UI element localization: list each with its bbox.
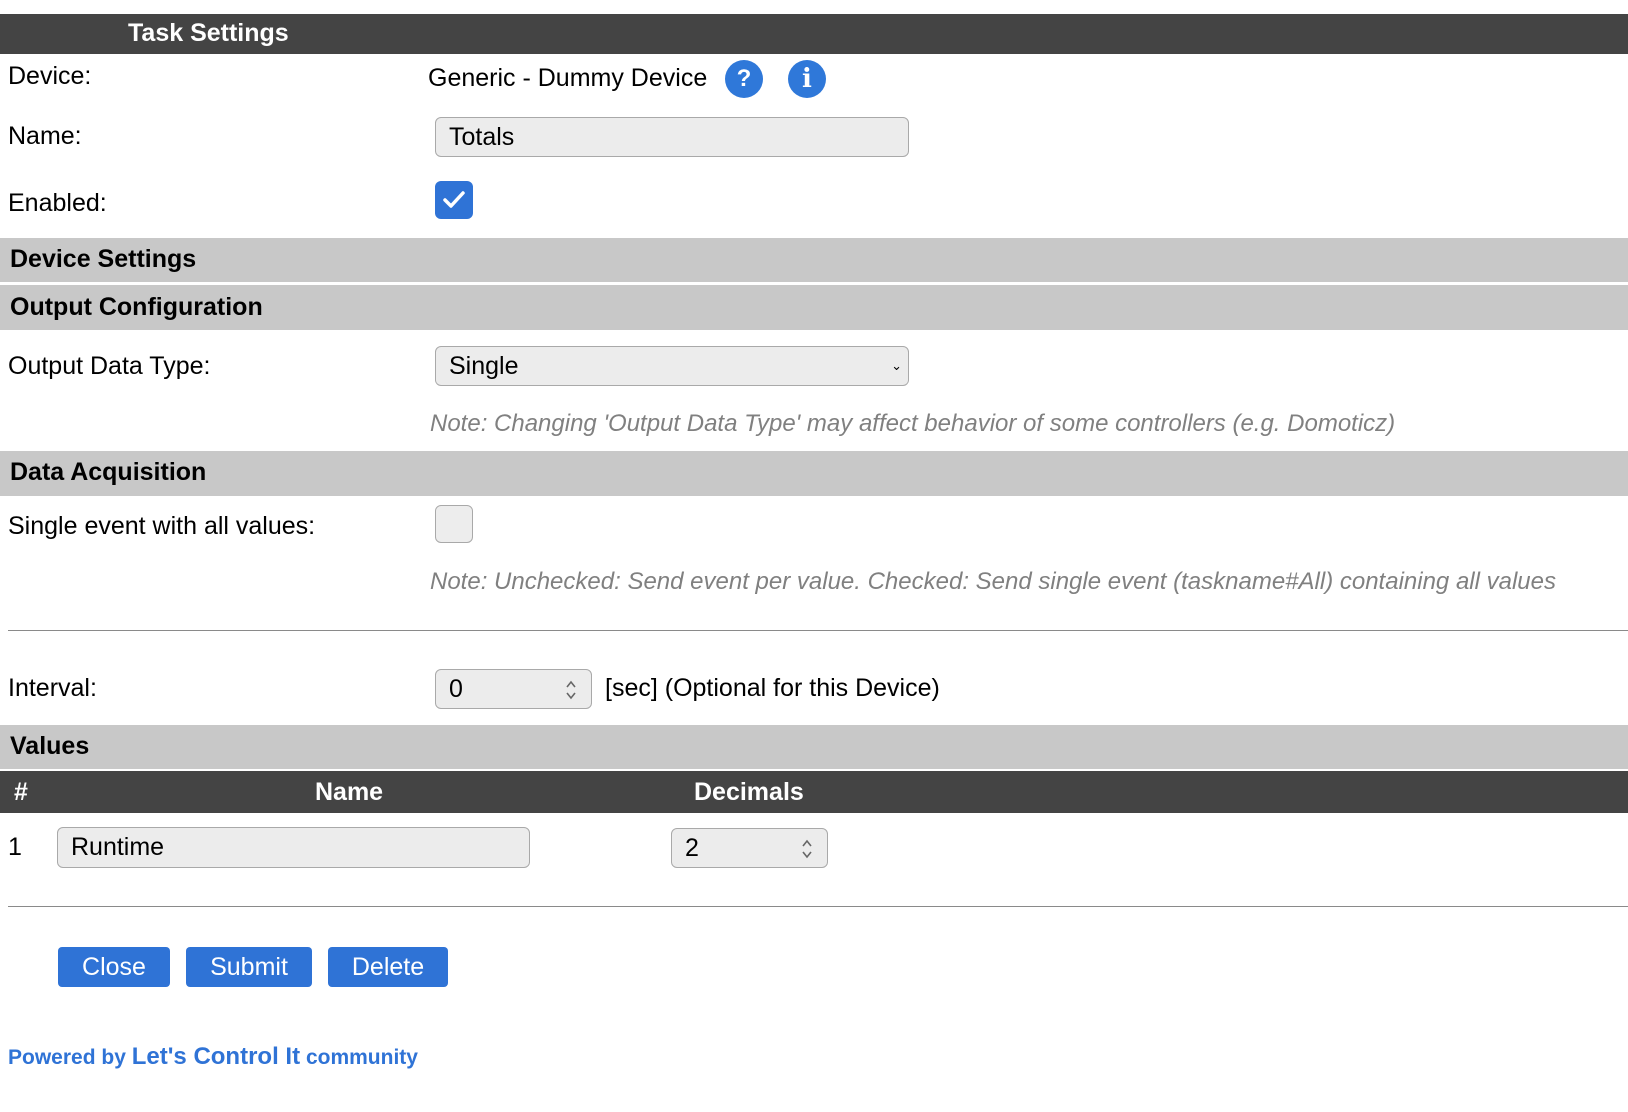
divider	[8, 906, 1628, 907]
interval-suffix: [sec] (Optional for this Device)	[605, 674, 940, 702]
output-data-type-label: Output Data Type:	[8, 352, 211, 380]
column-header-name: Name	[315, 778, 384, 806]
column-header-decimals: Decimals	[694, 778, 804, 806]
community-suffix: community	[305, 1046, 418, 1069]
task-settings-header: Task Settings	[0, 14, 1628, 54]
value-name-input[interactable]: Runtime	[57, 827, 530, 868]
column-header-index: #	[14, 778, 28, 806]
device-value: Generic - Dummy Device	[428, 64, 708, 92]
single-event-note: Note: Unchecked: Send event per value. C…	[430, 568, 1556, 595]
community-link[interactable]: Let's Control It	[132, 1043, 300, 1070]
enabled-checkbox[interactable]	[435, 181, 473, 219]
powered-by-text: Powered by	[8, 1046, 126, 1069]
output-configuration-heading: Output Configuration	[10, 293, 263, 321]
single-event-checkbox[interactable]	[435, 505, 473, 543]
device-label: Device:	[8, 62, 92, 90]
stepper-icon[interactable]	[565, 678, 577, 702]
page-title: Task Settings	[128, 19, 289, 47]
output-data-type-note: Note: Changing 'Output Data Type' may af…	[430, 410, 1396, 437]
delete-button[interactable]: Delete	[328, 947, 448, 987]
close-button[interactable]: Close	[58, 947, 170, 987]
interval-label: Interval:	[8, 674, 97, 702]
data-acquisition-heading: Data Acquisition	[10, 458, 207, 486]
interval-value: 0	[449, 675, 463, 703]
device-settings-heading: Device Settings	[10, 245, 197, 273]
checkmark-icon	[443, 191, 465, 208]
single-event-label: Single event with all values:	[8, 512, 316, 540]
data-acquisition-section: Data Acquisition	[0, 451, 1628, 496]
row-index: 1	[8, 833, 22, 861]
values-heading: Values	[10, 732, 90, 760]
divider	[8, 630, 1628, 631]
info-icon[interactable]: i	[788, 60, 826, 98]
submit-button[interactable]: Submit	[186, 947, 312, 987]
task-name-input[interactable]: Totals	[435, 117, 909, 157]
decimals-value: 2	[685, 834, 699, 862]
output-data-type-selected: Single	[449, 352, 519, 380]
output-data-type-select[interactable]: Single ⌄	[435, 346, 909, 386]
output-configuration-section: Output Configuration	[0, 285, 1628, 330]
name-label: Name:	[8, 122, 82, 150]
footer: Powered by Let's Control It community	[8, 1043, 418, 1071]
help-icon[interactable]: ?	[725, 60, 763, 98]
device-settings-section: Device Settings	[0, 238, 1628, 282]
stepper-icon[interactable]	[801, 837, 813, 861]
decimals-input[interactable]: 2	[671, 828, 828, 868]
values-table-header: # Name Decimals	[0, 771, 1628, 813]
chevron-down-icon: ⌄	[891, 358, 902, 373]
interval-input[interactable]: 0	[435, 669, 592, 709]
enabled-label: Enabled:	[8, 189, 107, 217]
values-section: Values	[0, 725, 1628, 769]
